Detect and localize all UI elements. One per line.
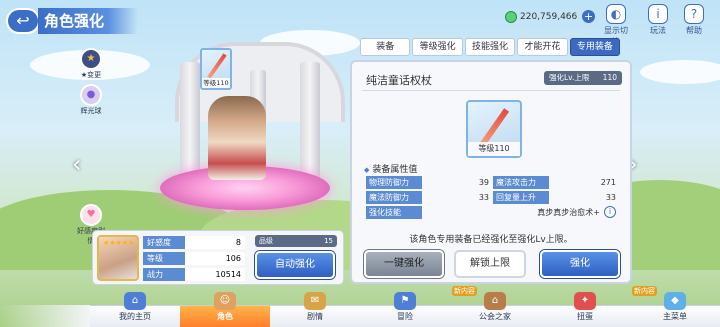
camera-icon: ◐	[606, 4, 626, 24]
orb-icon: ●	[80, 84, 102, 106]
nav-guild-house[interactable]: 新内容 ⌂ 公会之家	[450, 286, 540, 327]
crystal-icon: ◆	[664, 292, 686, 310]
auto-enhance-button[interactable]: 自动强化	[255, 251, 335, 279]
unlock-cap-button[interactable]: 解锁上限	[454, 250, 526, 278]
tab-skill[interactable]: 技能强化	[464, 38, 516, 56]
tab-unique-equipment[interactable]: 专用装备	[569, 38, 621, 56]
gameplay-button[interactable]: i 玩法	[644, 4, 672, 36]
tab-talent[interactable]: 才能开花	[517, 38, 568, 56]
equipped-item-thumb[interactable]: 等级110	[200, 48, 232, 90]
scepter-icon	[207, 53, 227, 79]
gem-icon	[505, 11, 517, 23]
help-button[interactable]: ? 帮助	[680, 4, 708, 36]
back-button[interactable]: ↩	[6, 8, 40, 34]
section-title: 装备属性值	[364, 162, 417, 175]
one-click-enhance-button[interactable]: 一键强化	[364, 250, 444, 278]
rank-badge: 品级 15	[255, 235, 337, 247]
enhance-tabs: 装备 等级强化 技能强化 才能开花 专用装备	[360, 38, 621, 56]
new-content-badge: 新内容	[632, 286, 657, 296]
new-content-badge: 新内容	[452, 286, 477, 296]
nav-main-menu[interactable]: 新内容 ◆ 主菜单	[630, 286, 720, 327]
tab-level[interactable]: 等级强化	[412, 38, 463, 56]
info-icon: i	[648, 4, 668, 24]
flag-icon: ⚑	[394, 292, 416, 310]
heart-icon: ♥	[80, 204, 102, 226]
enhance-button[interactable]: 强化	[540, 250, 620, 278]
character-info-card: ★★★★★ 好感度 8 等级 106 战力 10514 品级 15 自动强化	[92, 230, 344, 285]
character-icon: ☺	[214, 292, 236, 310]
tab-equipment[interactable]: 装备	[360, 38, 411, 56]
prev-character-arrow[interactable]: ‹	[72, 150, 82, 178]
home-icon: ⌂	[124, 292, 146, 310]
help-icon: ?	[684, 4, 704, 24]
bottom-nav: ⌂ 我的主页 ☺ 角色 ✉ 剧情 ⚑ 冒险 新内容 ⌂ 公会之家 ✦ 扭蛋 新内容 ◆ 主菜单	[90, 286, 720, 327]
avatar[interactable]: ★★★★★	[97, 235, 139, 281]
house-icon: ⌂	[484, 292, 506, 310]
gacha-icon: ✦	[574, 292, 596, 310]
story-icon: ✉	[304, 292, 326, 310]
skill-info-icon[interactable]: i	[604, 206, 616, 218]
add-currency-button[interactable]: +	[582, 10, 595, 23]
back-arrow-icon: ↩	[16, 11, 30, 30]
character-sprite	[208, 96, 266, 180]
stat-grid: 物理防御力 39 魔法攻击力 271 魔法防御力 33 回复量上升 33 强化技能 真步真…	[366, 176, 620, 221]
page-title: 角色强化	[38, 8, 138, 34]
nav-character[interactable]: ☺ 角色	[180, 292, 270, 327]
star-change-button[interactable]: ★ ★变更	[78, 48, 104, 80]
max-level-message: 该角色专用装备已经强化至强化Lv上限。	[409, 235, 573, 245]
nav-home[interactable]: ⌂ 我的主页	[90, 292, 180, 327]
skill-name: 真步真步治愈术+	[537, 208, 600, 217]
enhance-level-cap: 强化Lv.上限 110	[544, 71, 622, 85]
nav-story[interactable]: ✉ 剧情	[270, 292, 360, 327]
equipment-icon[interactable]: 等级110	[466, 100, 522, 158]
nav-gacha[interactable]: ✦ 扭蛋	[540, 292, 630, 327]
orb-button[interactable]: ● 辉光球	[78, 84, 104, 116]
unique-equipment-panel: 纯洁童话权杖 强化Lv.上限 110 等级110 装备属性值 物理防御力39 魔…	[350, 60, 632, 284]
star-rank-icon: ★★★★★	[103, 239, 135, 247]
equipment-name: 纯洁童话权杖	[366, 74, 432, 87]
currency-amount: 220,759,466	[520, 12, 578, 22]
star-icon: ★	[80, 48, 102, 70]
nav-adventure[interactable]: ⚑ 冒险	[360, 292, 450, 327]
